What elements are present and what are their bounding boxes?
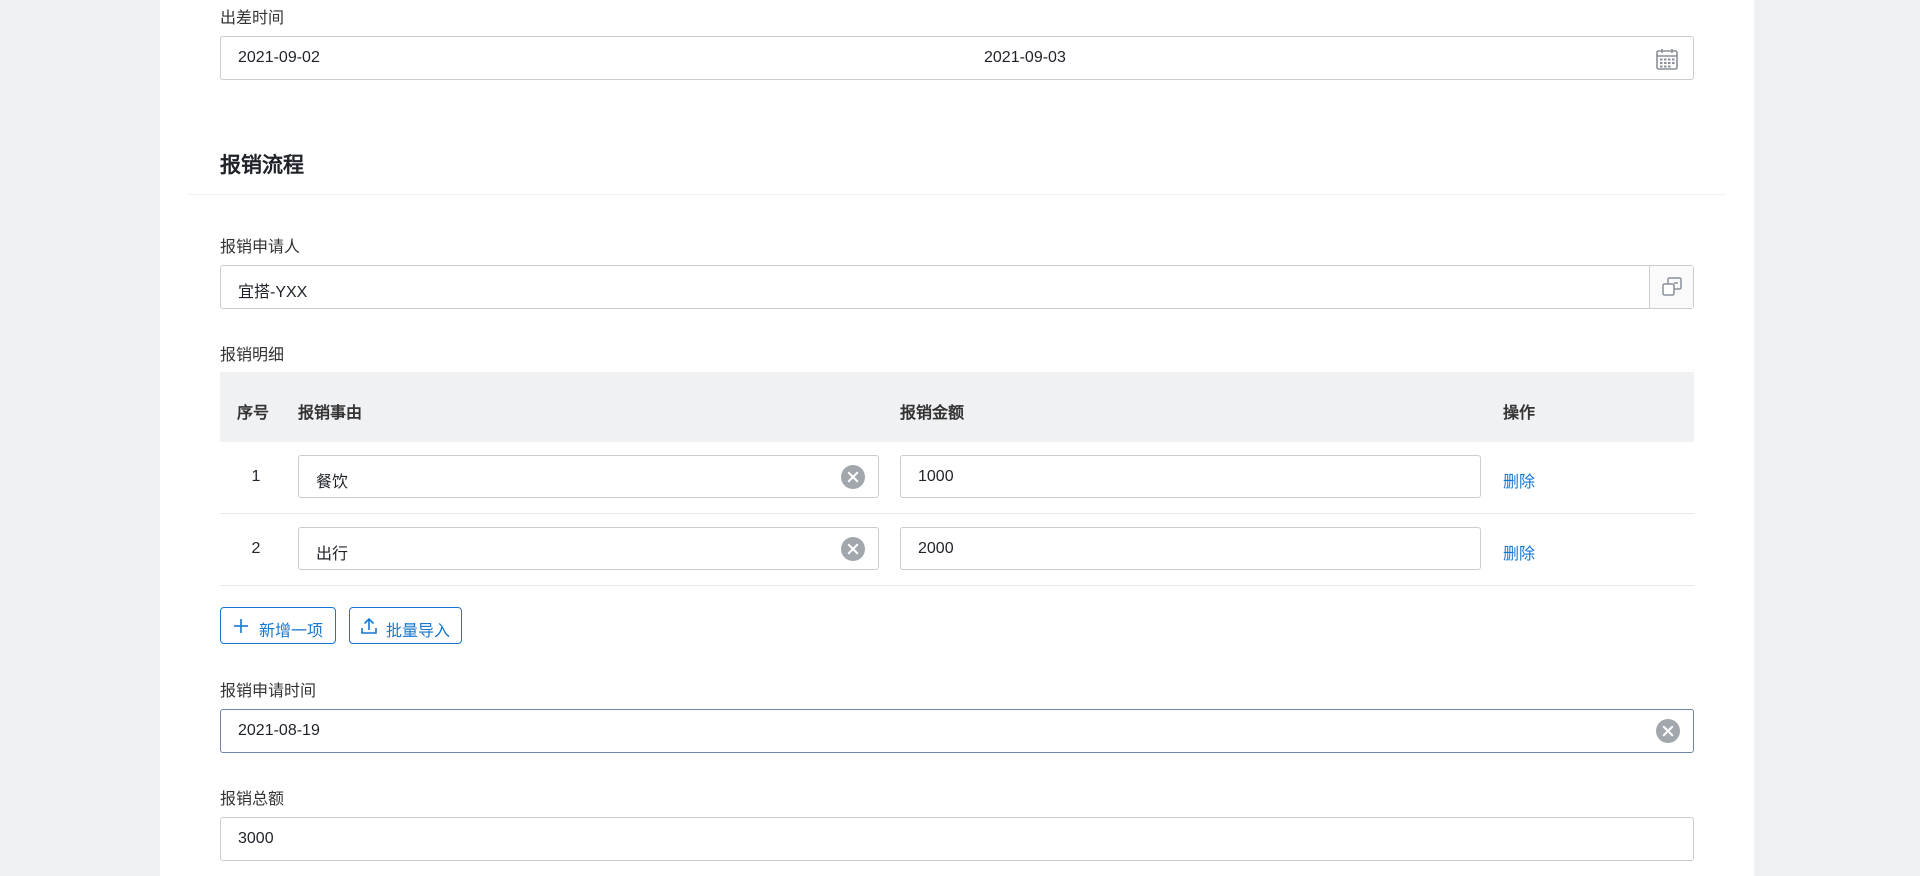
amount-value: 1000 [918, 468, 954, 485]
total-label: 报销总额 [220, 791, 285, 808]
select-member-button[interactable] [1649, 266, 1693, 308]
reason-input[interactable]: 出行 [298, 527, 879, 570]
row-index: 1 [251, 468, 261, 485]
upload-icon [360, 617, 378, 640]
apply-time-value: 2021-08-19 [238, 722, 320, 739]
calendar-icon[interactable] [1655, 47, 1679, 76]
amount-input[interactable]: 2000 [900, 527, 1481, 570]
batch-import-label: 批量导入 [386, 623, 451, 640]
row-index: 2 [251, 540, 261, 557]
trip-start-date[interactable]: 2021-09-02 [238, 49, 320, 67]
column-header-index: 序号 [237, 405, 270, 422]
trip-end-date[interactable]: 2021-09-03 [984, 49, 1066, 67]
applicant-label: 报销申请人 [220, 239, 301, 256]
reason-input[interactable]: 餐饮 [298, 455, 879, 498]
column-header-action: 操作 [1503, 405, 1536, 422]
clear-icon[interactable] [841, 537, 865, 561]
applicant-value: 宜搭-YXX [238, 284, 308, 301]
amount-value: 2000 [918, 540, 954, 557]
batch-import-button[interactable]: 批量导入 [349, 607, 462, 644]
details-label: 报销明细 [220, 347, 285, 364]
reason-value: 餐饮 [316, 474, 349, 491]
apply-time-label: 报销申请时间 [220, 683, 317, 700]
plus-icon [233, 618, 249, 639]
clear-icon[interactable] [841, 465, 865, 489]
add-item-label: 新增一项 [259, 623, 324, 640]
section-title-process: 报销流程 [220, 154, 304, 177]
column-header-amount: 报销金额 [900, 405, 965, 422]
delete-row-link[interactable]: 删除 [1503, 540, 1535, 564]
section-divider [188, 194, 1726, 195]
total-value: 3000 [238, 830, 274, 847]
clear-icon[interactable] [1656, 719, 1680, 743]
trip-time-range-picker[interactable]: 2021-09-02 - 2021-09-03 [220, 36, 1694, 80]
table-row: 1 餐饮 1000 删除 [220, 442, 1694, 514]
form-panel: 出差时间 2021-09-02 - 2021-09-03 报销流程 报销申请人 … [160, 0, 1754, 876]
table-row: 2 出行 2000 删除 [220, 514, 1694, 586]
amount-input[interactable]: 1000 [900, 455, 1481, 498]
details-table-header: 序号 报销事由 报销金额 操作 [220, 372, 1694, 442]
select-member-icon [1660, 275, 1684, 304]
reason-value: 出行 [316, 546, 349, 563]
applicant-field[interactable]: 宜搭-YXX [220, 265, 1694, 309]
total-field[interactable]: 3000 [220, 817, 1694, 861]
delete-row-link[interactable]: 删除 [1503, 468, 1535, 492]
apply-time-field[interactable]: 2021-08-19 [220, 709, 1694, 753]
add-item-button[interactable]: 新增一项 [220, 607, 336, 644]
trip-time-label: 出差时间 [220, 10, 285, 27]
column-header-reason: 报销事由 [298, 405, 363, 422]
